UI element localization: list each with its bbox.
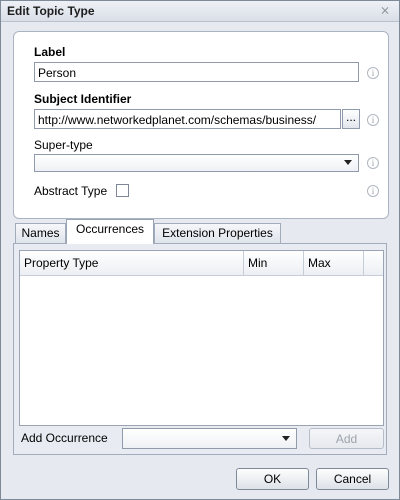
abstract-type-info-icon[interactable]: i — [367, 185, 379, 197]
column-min[interactable]: Min — [244, 251, 304, 275]
label-info-icon[interactable]: i — [367, 67, 379, 79]
chevron-down-icon — [344, 160, 352, 165]
window-title: Edit Topic Type — [7, 4, 95, 18]
chevron-down-icon — [282, 436, 290, 441]
add-occurrence-select[interactable] — [122, 428, 297, 449]
tab-names[interactable]: Names — [15, 223, 66, 243]
supertype-caption: Super-type — [34, 138, 93, 152]
subject-identifier-info-icon[interactable]: i — [367, 114, 379, 126]
add-occurrence-caption: Add Occurrence — [21, 431, 108, 445]
supertype-info-icon[interactable]: i — [367, 157, 379, 169]
browse-button[interactable]: ... — [342, 109, 360, 129]
edit-topic-type-dialog: Edit Topic Type ⨯ Label Person i Subject… — [0, 0, 400, 500]
ok-button[interactable]: OK — [236, 468, 309, 490]
topic-properties-panel: Label Person i Subject Identifier http:/… — [13, 31, 389, 219]
abstract-type-caption: Abstract Type — [34, 184, 108, 198]
close-icon[interactable]: ⨯ — [379, 4, 391, 16]
tab-extension-properties[interactable]: Extension Properties — [154, 223, 281, 243]
subject-identifier-caption: Subject Identifier — [34, 92, 132, 106]
column-property-type[interactable]: Property Type — [20, 251, 244, 275]
tab-occurrences[interactable]: Occurrences — [66, 219, 154, 244]
occurrences-panel: Property Type Min Max Add Occurrence Add — [13, 243, 387, 455]
add-occurrence-button[interactable]: Add — [309, 428, 384, 449]
grid-header: Property Type Min Max — [20, 251, 383, 276]
cancel-button[interactable]: Cancel — [316, 468, 389, 490]
abstract-type-checkbox[interactable] — [116, 184, 129, 197]
supertype-select[interactable] — [34, 154, 359, 172]
label-input[interactable]: Person — [34, 62, 359, 82]
column-spacer — [364, 251, 383, 275]
column-max[interactable]: Max — [304, 251, 364, 275]
subject-identifier-input[interactable]: http://www.networkedplanet.com/schemas/b… — [34, 109, 341, 129]
occurrences-grid[interactable]: Property Type Min Max — [19, 250, 384, 426]
title-bar: Edit Topic Type ⨯ — [1, 1, 399, 22]
label-caption: Label — [34, 45, 66, 59]
